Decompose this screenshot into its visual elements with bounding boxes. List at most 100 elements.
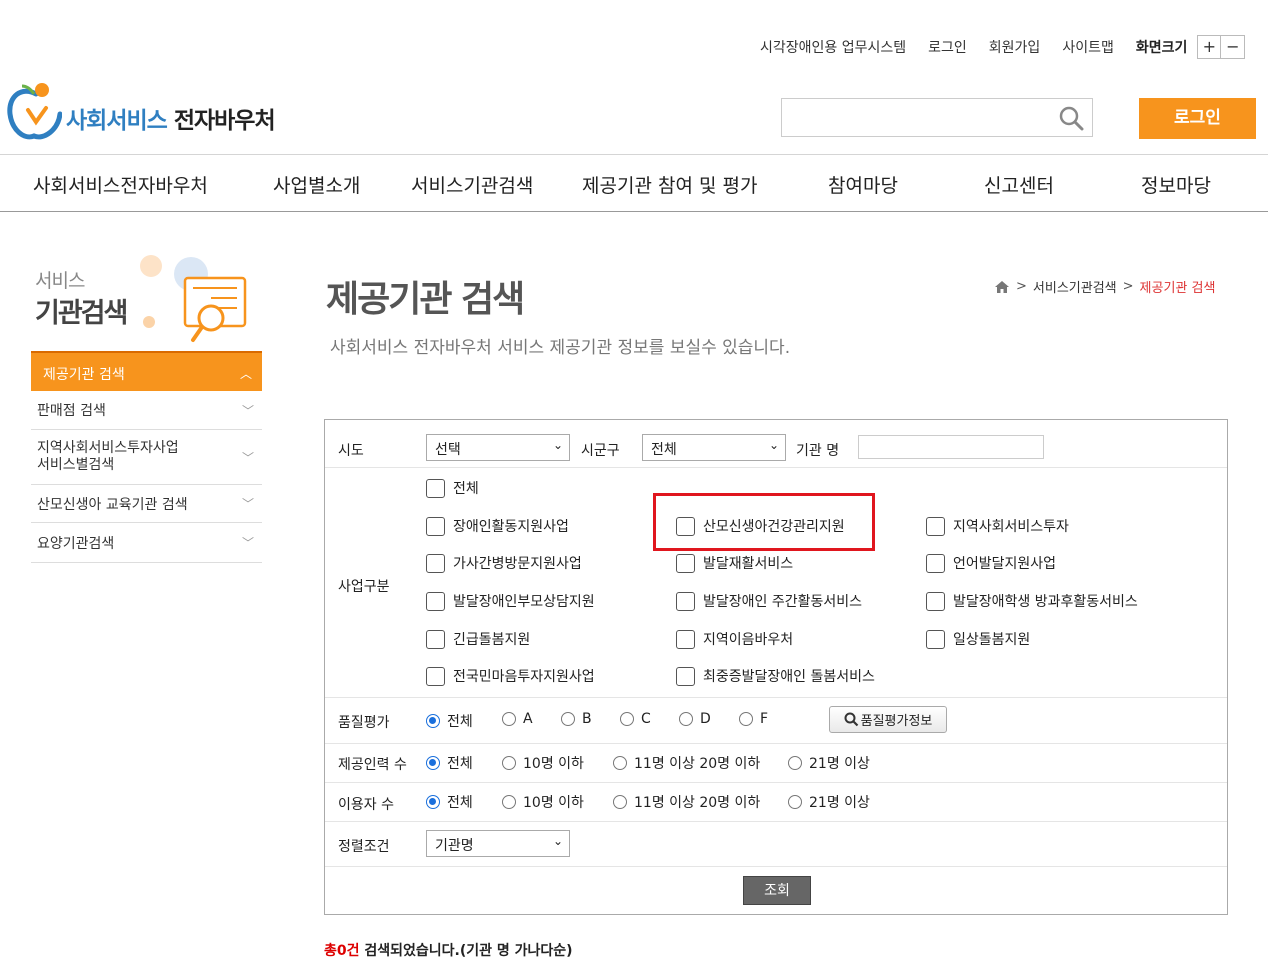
breadcrumb-separator-icon: > xyxy=(1122,279,1134,294)
checkbox-label: 발달장애학생 방과후활동서비스 xyxy=(953,594,1138,610)
checkbox-biz-item[interactable]: 언어발달지원사업 xyxy=(926,553,1056,573)
checkbox-biz-all[interactable]: 전체 xyxy=(426,478,479,498)
quality-info-button-label: 품질평가정보 xyxy=(860,714,933,729)
sigungu-select[interactable]: 전체 ⌄ xyxy=(642,434,786,461)
checkbox-biz-item[interactable]: 전국민마음투자지원사업 xyxy=(426,666,595,686)
radio-users-all[interactable]: 전체 xyxy=(426,792,473,812)
checkbox-box[interactable] xyxy=(426,516,445,536)
checkbox-label: 일상돌봄지원 xyxy=(953,632,1031,648)
checkbox-label: 최중증발달장애인 돌봄서비스 xyxy=(703,669,875,685)
nav-item-info[interactable]: 정보마당 xyxy=(1141,171,1211,198)
radio-circle[interactable] xyxy=(502,756,516,770)
radio-users-11-20[interactable]: 11명 이상 20명 이하 xyxy=(613,792,760,812)
link-signup[interactable]: 회원가입 xyxy=(989,37,1041,57)
checkbox-biz-item[interactable]: 발달장애인부모상담지원 xyxy=(426,591,595,611)
font-size-control: 화면크기 + − xyxy=(1136,35,1246,59)
login-button[interactable]: 로그인 xyxy=(1139,98,1256,139)
checkbox-box[interactable] xyxy=(926,629,945,649)
checkbox-box[interactable] xyxy=(926,516,945,536)
sidebar-item-regional-service[interactable]: 지역사회서비스투자사업 서비스별검색 ﹀ xyxy=(31,430,262,485)
radio-circle[interactable] xyxy=(739,712,753,726)
checkbox-box[interactable] xyxy=(676,666,695,686)
radio-circle[interactable] xyxy=(561,712,575,726)
search-input[interactable] xyxy=(782,99,1042,136)
checkbox-biz-item[interactable]: 긴급돌봄지원 xyxy=(426,629,530,649)
sidebar-item-provider-search[interactable]: 제공기관 검색 ︿ xyxy=(31,351,262,391)
checkbox-box[interactable] xyxy=(926,553,945,573)
org-name-input[interactable] xyxy=(858,435,1044,459)
nav-item-participation[interactable]: 제공기관 참여 및 평가 xyxy=(582,171,757,198)
page-title: 제공기관 검색 xyxy=(326,279,525,320)
radio-staff-21[interactable]: 21명 이상 xyxy=(788,753,870,773)
radio-circle[interactable] xyxy=(679,712,693,726)
checkbox-biz-item[interactable]: 발달재활서비스 xyxy=(676,553,793,573)
nav-item-search[interactable]: 서비스기관검색 xyxy=(411,171,533,198)
radio-staff-all[interactable]: 전체 xyxy=(426,753,473,773)
checkbox-biz-item[interactable]: 발달장애인 주간활동서비스 xyxy=(676,591,862,611)
checkbox-box[interactable] xyxy=(426,629,445,649)
radio-circle[interactable] xyxy=(502,795,516,809)
radio-users-10[interactable]: 10명 이하 xyxy=(502,792,584,812)
checkbox-box[interactable] xyxy=(676,553,695,573)
checkbox-biz-item[interactable]: 지역이음바우처 xyxy=(676,629,793,649)
checkbox-biz-item[interactable]: 일상돌봄지원 xyxy=(926,629,1030,649)
result-summary: 총0건 검색되었습니다.(기관 명 가나다순) xyxy=(324,940,573,960)
checkbox-biz-item[interactable]: 발달장애학생 방과후활동서비스 xyxy=(926,591,1138,611)
radio-circle[interactable] xyxy=(788,795,802,809)
search-icon[interactable] xyxy=(1058,105,1084,131)
radio-circle[interactable] xyxy=(613,756,627,770)
radio-quality-d[interactable]: D xyxy=(679,711,711,727)
provider-search-form: 시도 선택 ⌄ 시군구 전체 ⌄ 기관 명 사업구분 전체 장애인활동지원사업 … xyxy=(324,419,1228,915)
sidebar-item-store-search[interactable]: 판매점 검색 ﹀ xyxy=(31,391,262,430)
checkbox-biz-item[interactable]: 장애인활동지원사업 xyxy=(426,516,569,536)
radio-circle[interactable] xyxy=(426,714,440,728)
checkbox-label: 발달장애인부모상담지원 xyxy=(453,594,595,610)
nav-item-report[interactable]: 신고센터 xyxy=(984,171,1054,198)
checkbox-biz-item[interactable]: 지역사회서비스투자 xyxy=(926,516,1069,536)
checkbox-biz-item[interactable]: 가사간병방문지원사업 xyxy=(426,553,582,573)
font-decrease-button[interactable]: − xyxy=(1221,35,1246,59)
link-sitemap[interactable]: 사이트맵 xyxy=(1062,37,1114,57)
checkbox-box[interactable] xyxy=(676,591,695,611)
checkbox-box[interactable] xyxy=(426,478,445,498)
sort-select[interactable]: 기관명 ⌄ xyxy=(426,830,570,857)
nav-item-business[interactable]: 사업별소개 xyxy=(273,171,360,198)
site-logo[interactable]: 사회서비스 전자바우처 xyxy=(6,80,276,142)
nav-item-forum[interactable]: 참여마당 xyxy=(828,171,898,198)
radio-quality-c[interactable]: C xyxy=(620,711,651,727)
radio-staff-10[interactable]: 10명 이하 xyxy=(502,753,584,773)
radio-circle[interactable] xyxy=(426,756,440,770)
radio-quality-a[interactable]: A xyxy=(502,711,533,727)
radio-quality-all[interactable]: 전체 xyxy=(426,711,473,731)
sidebar-item-nursing-search[interactable]: 요양기관검색 ﹀ xyxy=(31,523,262,563)
checkbox-label: 발달장애인 주간활동서비스 xyxy=(703,594,863,610)
radio-circle[interactable] xyxy=(502,712,516,726)
radio-users-21[interactable]: 21명 이상 xyxy=(788,792,870,812)
row-divider xyxy=(325,697,1227,698)
breadcrumb-item[interactable]: 서비스기관검색 xyxy=(1033,277,1117,296)
checkbox-box[interactable] xyxy=(926,591,945,611)
radio-circle[interactable] xyxy=(788,756,802,770)
radio-circle[interactable] xyxy=(620,712,634,726)
checkbox-box[interactable] xyxy=(426,666,445,686)
radio-quality-b[interactable]: B xyxy=(561,711,592,727)
radio-circle[interactable] xyxy=(613,795,627,809)
search-submit-button[interactable]: 조회 xyxy=(743,876,811,905)
quality-info-button[interactable]: 품질평가정보 xyxy=(829,706,947,733)
checkbox-box[interactable] xyxy=(426,553,445,573)
home-icon[interactable] xyxy=(994,280,1010,294)
checkbox-biz-item[interactable]: 최중증발달장애인 돌봄서비스 xyxy=(676,666,875,686)
checkbox-box[interactable] xyxy=(676,629,695,649)
link-blind-system[interactable]: 시각장애인용 업무시스템 xyxy=(760,37,906,57)
link-login[interactable]: 로그인 xyxy=(928,37,967,57)
font-increase-button[interactable]: + xyxy=(1197,35,1222,59)
nav-item-voucher[interactable]: 사회서비스전자바우처 xyxy=(33,171,208,198)
radio-staff-11-20[interactable]: 11명 이상 20명 이하 xyxy=(613,753,760,773)
chevron-down-icon: ⌄ xyxy=(768,438,779,452)
utility-bar: 시각장애인용 업무시스템 로그인 회원가입 사이트맵 화면크기 + − xyxy=(760,35,1246,59)
sidebar-item-education-search[interactable]: 산모신생아 교육기관 검색 ﹀ xyxy=(31,485,262,523)
checkbox-box[interactable] xyxy=(426,591,445,611)
radio-circle[interactable] xyxy=(426,795,440,809)
radio-quality-f[interactable]: F xyxy=(739,711,768,727)
sido-select[interactable]: 선택 ⌄ xyxy=(426,434,570,461)
